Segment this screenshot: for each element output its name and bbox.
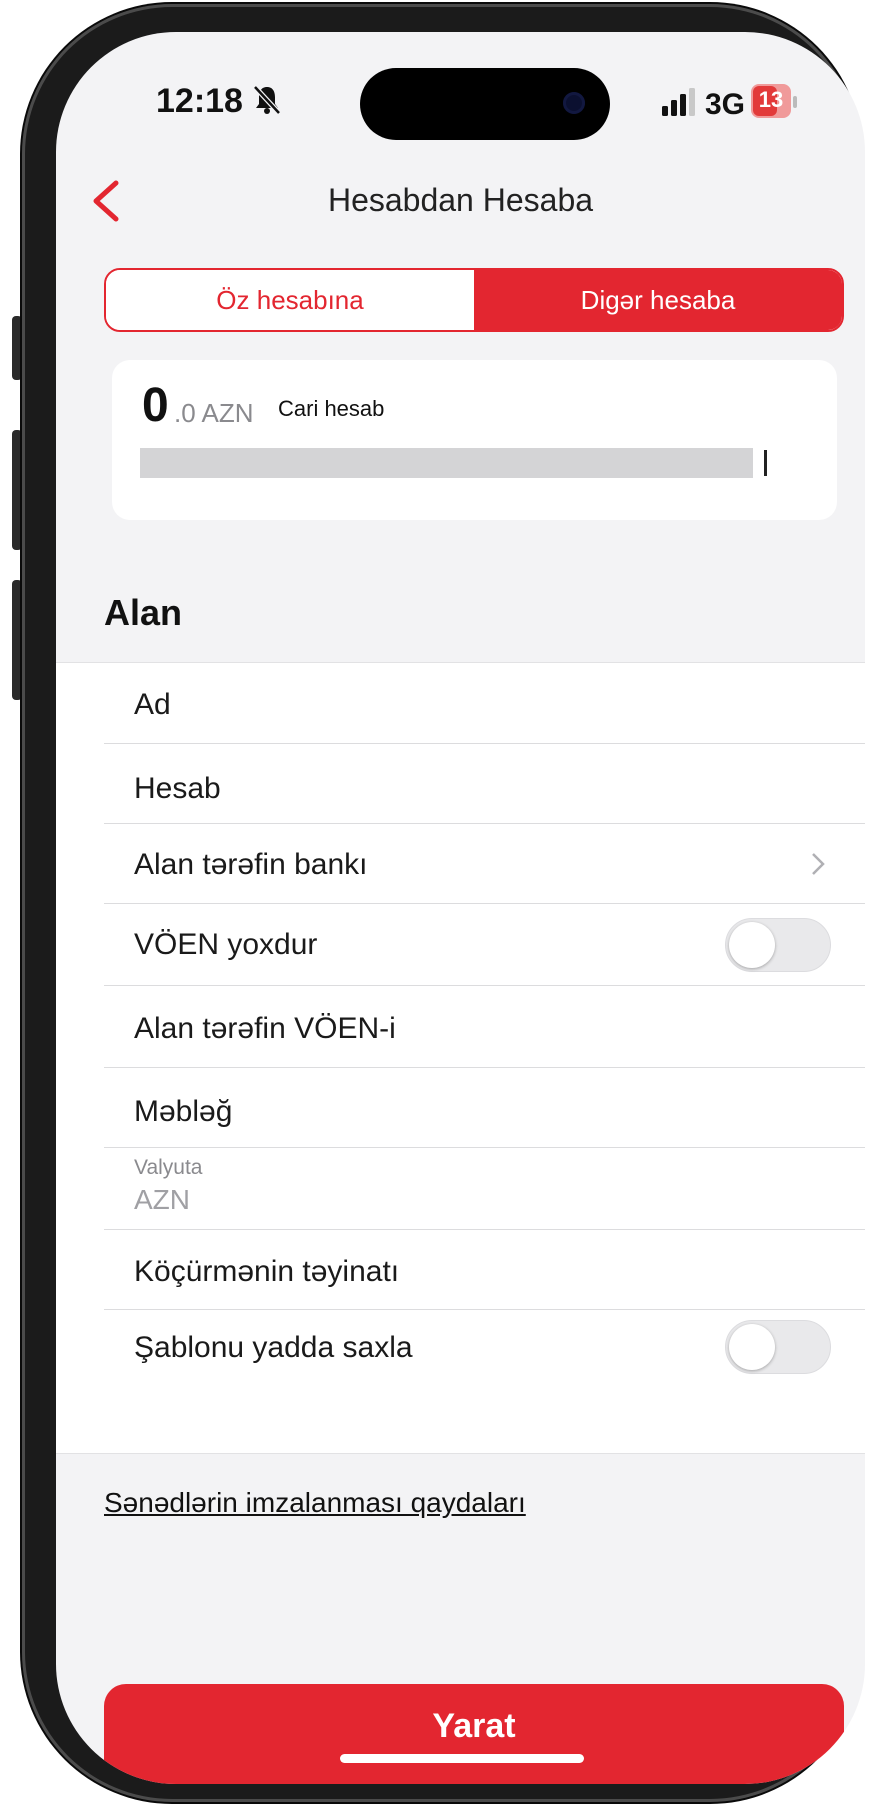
screen: 12:18 3G 13 Hesabdan Hesaba Öz hesabına … — [56, 32, 865, 1784]
phone-frame: 12:18 3G 13 Hesabdan Hesaba Öz hesabına … — [22, 4, 865, 1802]
name-field[interactable]: Ad — [56, 663, 865, 743]
battery-level: 13 — [758, 87, 784, 112]
status-time: 12:18 — [156, 82, 243, 120]
bank-select-label: Alan tərəfin bankı — [134, 848, 368, 881]
amount-field[interactable]: Məbləğ — [56, 1068, 865, 1148]
toggle-knob — [729, 922, 775, 968]
front-camera — [563, 92, 585, 114]
transfer-type-segmented-control: Öz hesabına Digər hesaba — [104, 268, 844, 332]
silent-bell-icon — [253, 85, 281, 115]
toggle-knob — [729, 1324, 775, 1370]
status-bar: 12:18 3G 13 — [56, 32, 865, 142]
create-button[interactable]: Yarat — [104, 1684, 844, 1784]
account-field[interactable]: Hesab — [56, 744, 865, 824]
purpose-field[interactable]: Köçürmənin təyinatı — [56, 1230, 865, 1310]
balance-decimal-currency: .0 AZN — [174, 398, 254, 428]
name-field-placeholder: Ad — [134, 688, 171, 721]
chevron-right-icon — [812, 853, 825, 875]
no-voen-row: VÖEN yoxdur — [56, 904, 865, 986]
signing-rules-link[interactable]: Sənədlərin imzalanması qaydaları — [104, 1487, 526, 1519]
no-voen-label: VÖEN yoxdur — [134, 928, 318, 961]
purpose-field-placeholder: Köçürmənin təyinatı — [134, 1255, 400, 1288]
amount-field-placeholder: Məbləğ — [134, 1095, 233, 1128]
network-type: 3G — [705, 88, 746, 121]
section-title: Alan — [104, 592, 183, 633]
home-indicator — [340, 1754, 584, 1763]
tab-own-account[interactable]: Öz hesabına — [106, 270, 474, 330]
currency-label: Valyuta — [134, 1156, 203, 1179]
bank-select[interactable]: Alan tərəfin bankı — [56, 824, 865, 904]
currency-value: AZN — [134, 1184, 190, 1215]
page-title: Hesabdan Hesaba — [327, 182, 594, 218]
tab-other-account[interactable]: Digər hesaba — [474, 270, 842, 330]
balance-integer: 0 — [142, 379, 169, 432]
signal-icon — [662, 88, 695, 116]
save-template-label: Şablonu yadda saxla — [134, 1331, 413, 1364]
battery-icon: 13 — [751, 84, 797, 120]
text-cursor — [764, 450, 767, 476]
voen-field-placeholder: Alan tərəfin VÖEN-i — [134, 1012, 396, 1045]
save-template-toggle[interactable] — [725, 1320, 831, 1374]
account-field-placeholder: Hesab — [134, 772, 221, 805]
save-template-row: Şablonu yadda saxla — [56, 1310, 865, 1390]
no-voen-toggle[interactable] — [725, 918, 831, 972]
voen-field[interactable]: Alan tərəfin VÖEN-i — [56, 986, 865, 1068]
account-card[interactable]: 0 .0 AZN Cari hesab — [112, 360, 837, 520]
recipient-form: Ad Hesab Alan tərəfin bankı VÖEN yoxdur — [56, 662, 865, 1454]
volume-down-button — [12, 580, 22, 700]
currency-field: Valyuta AZN — [56, 1148, 865, 1230]
masked-account-number — [140, 448, 753, 478]
account-type: Cari hesab — [278, 396, 385, 421]
action-button — [12, 316, 22, 380]
volume-up-button — [12, 430, 22, 550]
